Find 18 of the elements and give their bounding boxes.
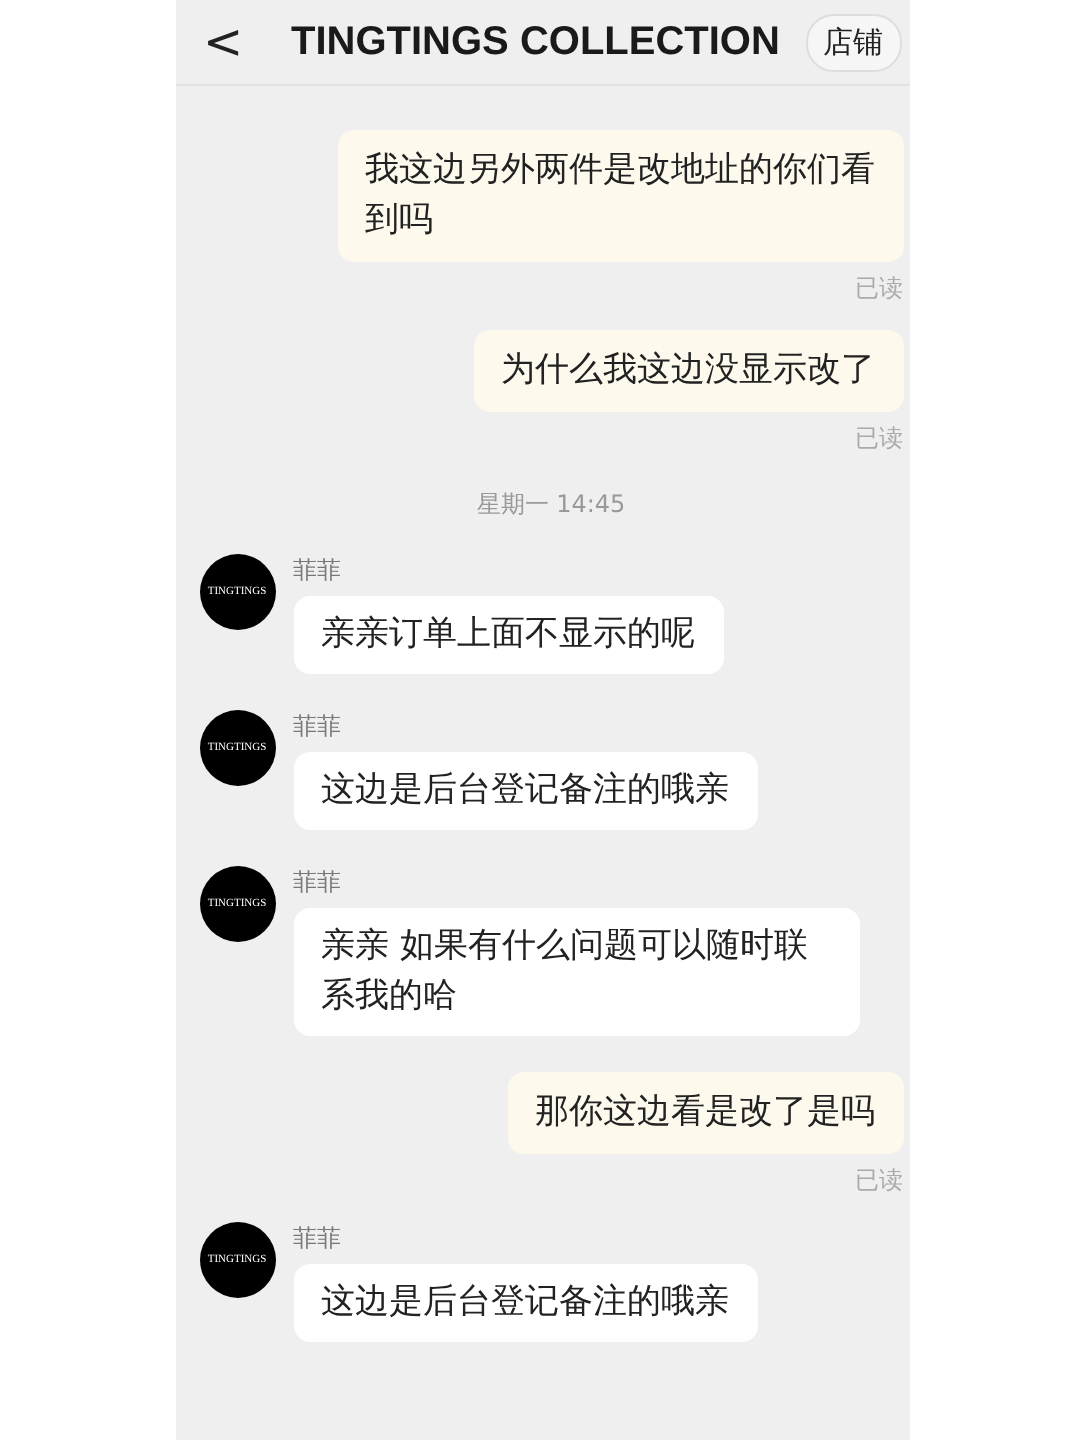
shop-button[interactable]: 店铺 <box>805 13 901 71</box>
back-button[interactable]: < <box>203 14 271 70</box>
sent-message: 为什么我这边没显示改了 <box>473 330 903 412</box>
read-receipt: 已读 <box>855 1164 903 1198</box>
sent-message: 那你这边看是改了是吗 <box>507 1072 903 1154</box>
read-receipt: 已读 <box>855 272 903 306</box>
received-message: 亲亲 如果有什么问题可以随时联系我的哈 <box>293 908 859 1036</box>
received-message: 亲亲订单上面不显示的呢 <box>293 596 723 674</box>
sender-name: 菲菲 <box>293 1222 341 1256</box>
sender-name: 菲菲 <box>293 866 341 900</box>
received-message: 这边是后台登记备注的哦亲 <box>293 752 757 830</box>
sender-name: 菲菲 <box>293 554 341 588</box>
sender-name: 菲菲 <box>293 710 341 744</box>
sent-message: 我这边另外两件是改地址的你们看到吗 <box>337 130 903 262</box>
chat-title: TINGTINGS COLLECTION <box>291 19 782 65</box>
timestamp: 星期一 14:45 <box>476 488 626 522</box>
read-receipt: 已读 <box>855 422 903 456</box>
received-message: 这边是后台登记备注的哦亲 <box>293 1264 757 1342</box>
